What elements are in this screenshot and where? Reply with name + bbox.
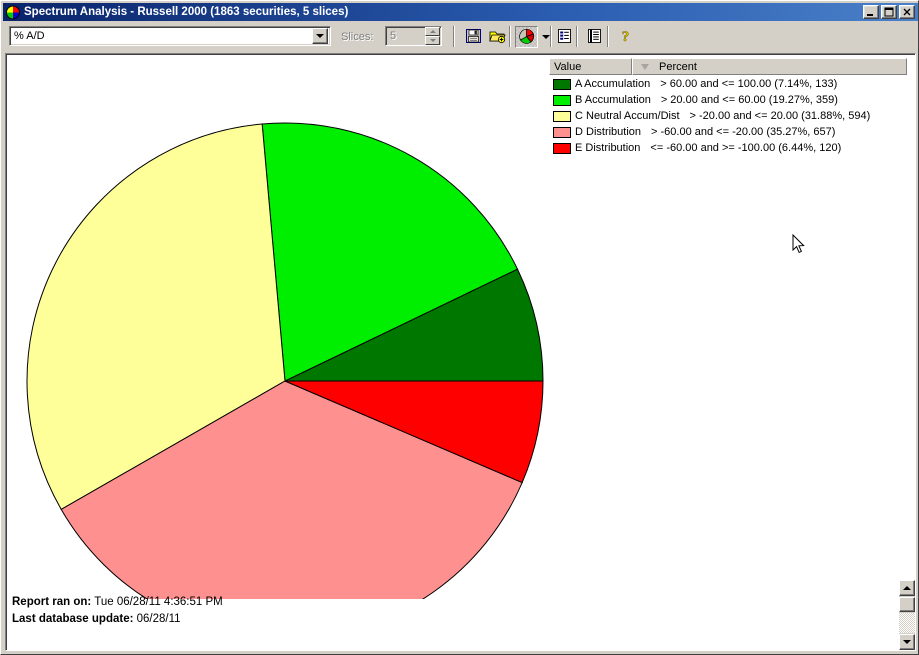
legend-row-label: D Distribution: [575, 126, 642, 138]
application-window: Spectrum Analysis - Russell 2000 (1863 s…: [0, 0, 919, 655]
last-update-value: 06/28/11: [136, 613, 181, 625]
toolbar: % A/D Slices: 5 ?: [3, 23, 918, 50]
toolbar-separator: [550, 26, 552, 47]
legend-row[interactable]: A Accumulation > 60.00 and <= 100.00 (7.1…: [549, 76, 907, 92]
toolbar-separator: [453, 26, 455, 47]
help-button[interactable]: ?: [614, 26, 637, 48]
chevron-down-icon: [542, 35, 550, 39]
legend-row-label: C Neutral Accum/Dist: [575, 110, 680, 122]
maximize-icon: [882, 6, 896, 18]
chart-legend: Value Percent A Accumulation > 60.00 and …: [549, 54, 911, 599]
open-button[interactable]: [486, 26, 509, 48]
triangle-up-icon: [903, 586, 911, 590]
title-bar: Spectrum Analysis - Russell 2000 (1863 s…: [3, 3, 918, 21]
list-view-icon: [556, 28, 573, 47]
legend-row[interactable]: B Accumulation > 20.00 and <= 60.00 (19.2…: [549, 92, 907, 108]
legend-color-swatch: [553, 78, 571, 90]
close-button[interactable]: [899, 5, 915, 19]
report-ran-label: Report ran on:: [12, 596, 92, 608]
field-selector-combobox[interactable]: % A/D: [9, 26, 331, 46]
scroll-down-button[interactable]: [899, 634, 915, 650]
legend-row[interactable]: D Distribution > -60.00 and <= -20.00 (35…: [549, 124, 907, 140]
chart-type-button[interactable]: [515, 26, 538, 48]
maximize-button[interactable]: [881, 5, 897, 19]
detail-list-icon: [586, 28, 603, 47]
detail-view-button[interactable]: [583, 26, 606, 48]
last-update-label: Last database update:: [12, 613, 134, 625]
slices-increment-button[interactable]: [425, 27, 440, 36]
column-header-percent-label: Percent: [659, 60, 697, 73]
legend-header-row: Value Percent: [549, 58, 907, 75]
scrollbar-track[interactable]: [899, 613, 915, 633]
legend-rows: A Accumulation > 60.00 and <= 100.00 (7.1…: [549, 76, 907, 156]
legend-color-swatch: [553, 110, 571, 122]
app-pie-icon: [5, 4, 21, 20]
close-icon: [900, 6, 914, 18]
legend-row[interactable]: E Distribution <= -60.00 and >= -100.00 (…: [549, 140, 907, 156]
column-header-value[interactable]: Value: [549, 58, 632, 75]
slices-label: Slices:: [341, 31, 374, 43]
window-title: Spectrum Analysis - Russell 2000 (1863 s…: [24, 6, 349, 18]
pie-chart: [6, 54, 549, 599]
question-mark-icon: ?: [617, 28, 634, 47]
column-header-percent[interactable]: Percent: [632, 58, 907, 75]
slices-stepper[interactable]: 5: [385, 26, 442, 46]
floppy-disk-icon: [465, 28, 482, 47]
slices-spin-buttons[interactable]: [425, 27, 440, 45]
pie-chart-icon: [518, 28, 535, 47]
legend-color-swatch: [553, 126, 571, 138]
minimize-button[interactable]: [863, 5, 879, 19]
toolbar-separator: [576, 26, 578, 47]
svg-text:?: ?: [622, 29, 630, 44]
toolbar-separator: [509, 26, 511, 47]
report-ran-value: Tue 06/28/11 4:36:51 PM: [94, 596, 223, 608]
save-button[interactable]: [462, 26, 485, 48]
report-ran-line: Report ran on: Tue 06/28/11 4:36:51 PM: [12, 594, 512, 611]
legend-color-swatch: [553, 142, 571, 154]
slices-value: 5: [390, 30, 397, 42]
legend-row-range: > 60.00 and <= 100.00 (7.14%, 133): [660, 78, 838, 90]
slices-decrement-button[interactable]: [425, 36, 440, 45]
report-view-button[interactable]: [553, 26, 576, 48]
legend-row-range: > -60.00 and <= -20.00 (35.27%, 657): [651, 126, 836, 138]
legend-row-range: > 20.00 and <= 60.00 (19.27%, 359): [660, 94, 838, 106]
report-footer: Report ran on: Tue 06/28/11 4:36:51 PM L…: [12, 594, 512, 628]
legend-color-swatch: [553, 94, 571, 106]
triangle-down-icon: [903, 640, 911, 644]
field-selector-value: % A/D: [14, 30, 45, 42]
chevron-down-icon[interactable]: [312, 28, 328, 44]
vertical-scrollbar[interactable]: [899, 580, 915, 650]
folder-add-icon: [489, 28, 506, 47]
scroll-up-button[interactable]: [899, 580, 915, 596]
triangle-down-icon: [641, 63, 649, 70]
scrollbar-thumb[interactable]: [899, 597, 915, 612]
legend-row-label: E Distribution: [575, 142, 641, 154]
legend-row-range: > -20.00 and <= 20.00 (31.88%, 594): [689, 110, 871, 122]
toolbar-separator: [607, 26, 609, 47]
legend-row-label: B Accumulation: [575, 94, 651, 106]
report-client-area: Value Percent A Accumulation > 60.00 and …: [5, 53, 916, 651]
legend-row[interactable]: C Neutral Accum/Dist > -20.00 and <= 20.0…: [549, 108, 907, 124]
legend-row-label: A Accumulation: [575, 78, 651, 90]
last-update-line: Last database update: 06/28/11: [12, 611, 512, 628]
pie-slice-group: [26, 122, 544, 599]
minimize-icon: [864, 6, 878, 18]
legend-row-range: <= -60.00 and >= -100.00 (6.44%, 120): [650, 142, 842, 154]
